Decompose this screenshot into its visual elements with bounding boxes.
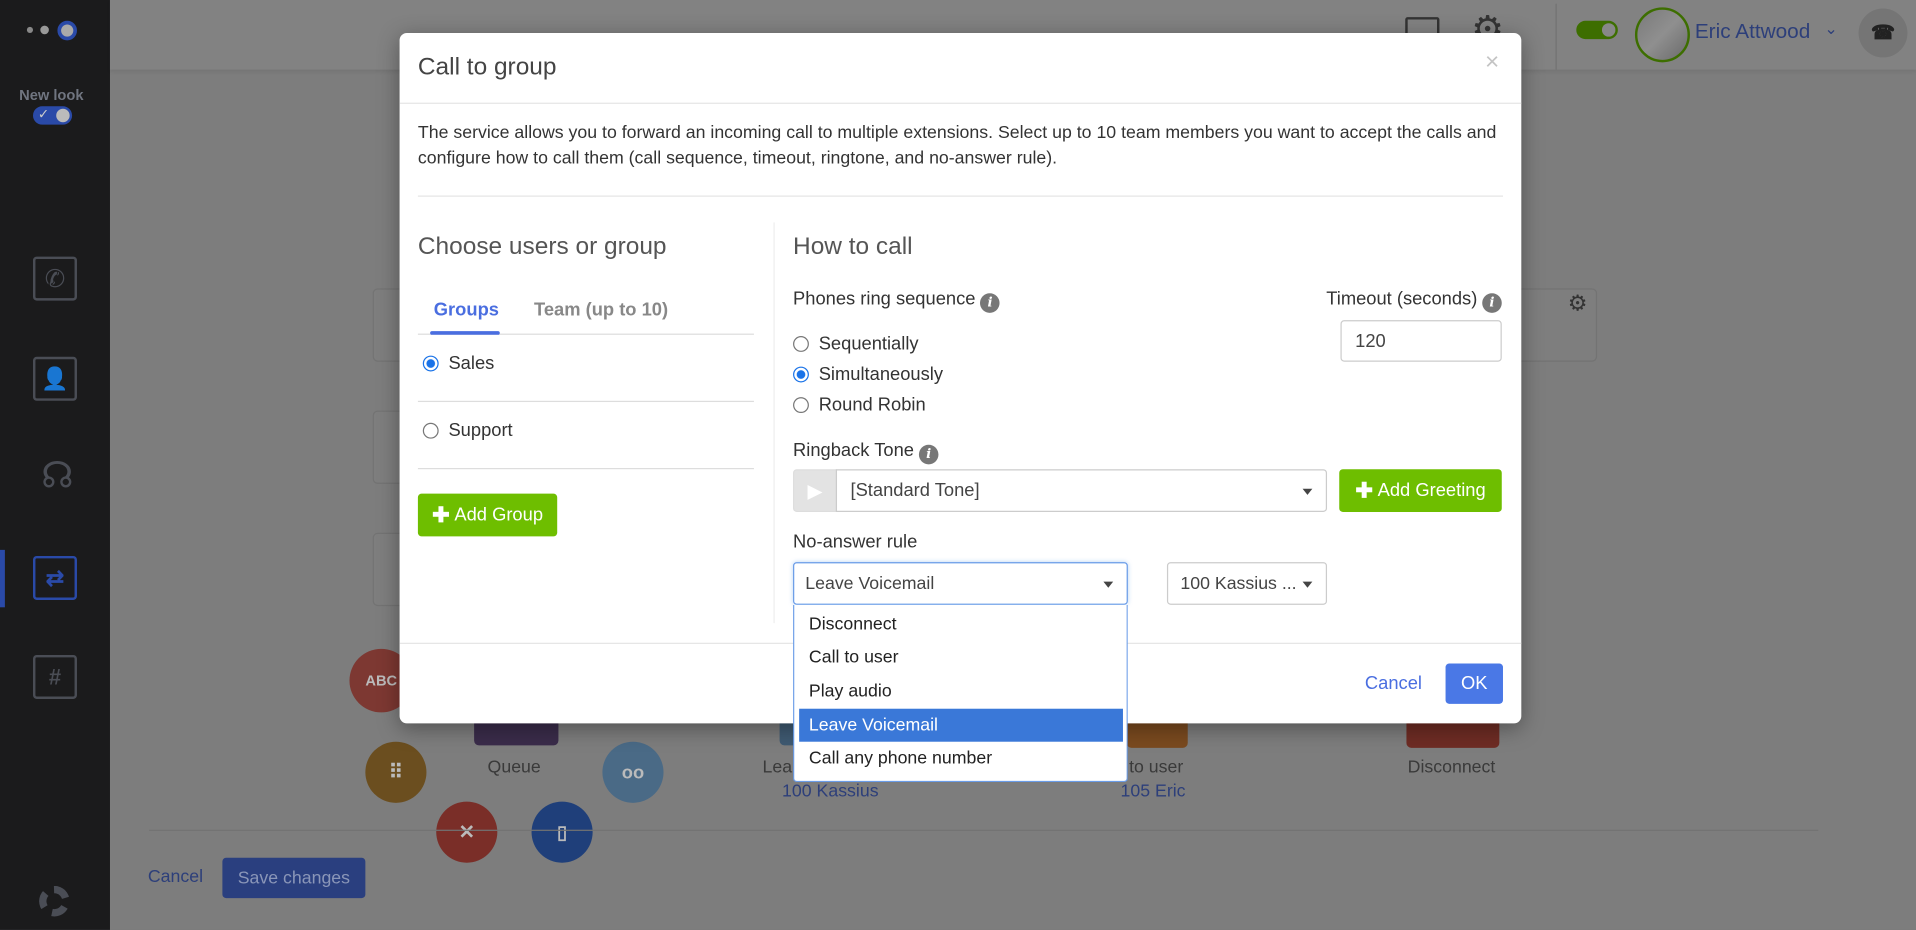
caret-down-icon: [1103, 581, 1114, 588]
call-routing-icon[interactable]: ⇄: [32, 555, 77, 600]
ring-option-simultaneously[interactable]: Simultaneously: [793, 364, 943, 385]
voicemail-node-icon[interactable]: oo: [602, 741, 664, 803]
tile-sub-link[interactable]: 100 Kassius: [782, 782, 879, 802]
close-icon[interactable]: ×: [1485, 49, 1499, 77]
divider: [417, 195, 1503, 197]
modal-description: The service allows you to forward an inc…: [417, 123, 1497, 169]
new-look-toggle[interactable]: ✓: [32, 106, 73, 125]
modal-title: Call to group: [417, 53, 557, 81]
info-icon[interactable]: i: [1482, 292, 1502, 313]
group-support[interactable]: Support: [422, 420, 513, 442]
radio[interactable]: [793, 397, 809, 414]
status-toggle[interactable]: [1576, 20, 1618, 40]
tile-label: to user: [1129, 757, 1184, 778]
tab-groups[interactable]: Groups: [434, 299, 499, 320]
cancel-button[interactable]: Cancel: [1365, 673, 1422, 694]
radio[interactable]: [422, 355, 439, 372]
user-name[interactable]: Eric Attwood: [1695, 20, 1810, 44]
avatar[interactable]: [1634, 7, 1690, 63]
no-answer-select[interactable]: Leave Voicemail: [793, 562, 1128, 605]
group-sales[interactable]: Sales: [422, 353, 495, 374]
app: New look ✓ ✆ 👤 ☊ ⇄ # ⚙ Eric Attwood ⌄ ☎ …: [0, 0, 1916, 930]
caret-down-icon: [1302, 488, 1313, 495]
plus-icon: ✚: [432, 502, 450, 527]
new-look-label: New look: [19, 86, 84, 104]
tab-team[interactable]: Team (up to 10): [534, 299, 668, 320]
dialer-icon[interactable]: ☎: [1858, 8, 1908, 58]
select-value: Leave Voicemail: [805, 573, 935, 594]
dropdown-option[interactable]: Call any phone number: [799, 742, 1123, 775]
keypad-node-icon[interactable]: ⠿: [365, 741, 427, 803]
option-label: Round Robin: [818, 394, 926, 416]
call-calendar-icon[interactable]: ✆: [32, 256, 77, 301]
radio[interactable]: [793, 336, 809, 352]
app-logo: [26, 20, 86, 41]
ringback-select[interactable]: [Standard Tone]: [835, 469, 1328, 512]
no-answer-label: No-answer rule: [793, 531, 918, 553]
dropdown-option[interactable]: Disconnect: [799, 607, 1123, 640]
close-node-icon[interactable]: ✕: [436, 801, 498, 863]
tile-sub-link[interactable]: 105 Eric: [1121, 782, 1186, 802]
divider: [417, 468, 754, 470]
divider: [417, 400, 754, 403]
option-label: Sequentially: [818, 333, 919, 355]
dropdown-option[interactable]: Call to user: [799, 640, 1123, 673]
dropdown-option-selected[interactable]: Leave Voicemail: [799, 708, 1123, 742]
phone-numbers-icon[interactable]: #: [32, 654, 77, 699]
tile-label: Lea: [762, 757, 793, 778]
sidebar: New look ✓ ✆ 👤 ☊ ⇄ #: [0, 0, 110, 930]
choose-heading: Choose users or group: [417, 233, 667, 261]
call-to-group-modal: Call to group × The service allows you t…: [399, 32, 1522, 783]
group-label: Sales: [448, 353, 495, 374]
column-divider: [773, 222, 775, 624]
select-value: 100 Kassius ...: [1180, 573, 1297, 594]
card-gear-icon[interactable]: ⚙: [1568, 291, 1588, 317]
operator-headset-icon[interactable]: ☊: [33, 455, 82, 499]
info-icon[interactable]: i: [980, 292, 1000, 313]
radio[interactable]: [422, 422, 439, 439]
dropdown-option[interactable]: Play audio: [799, 675, 1123, 708]
caret-down-icon: [1302, 581, 1313, 588]
active-indicator: [0, 549, 5, 608]
ok-button[interactable]: OK: [1445, 663, 1503, 704]
how-to-call-heading: How to call: [793, 233, 913, 261]
button-label: Add Group: [454, 504, 544, 526]
ring-sequence-label: Phones ring sequence i: [793, 288, 1000, 313]
radio[interactable]: [793, 366, 809, 383]
header-divider: [399, 102, 1522, 104]
header-divider: [1555, 3, 1557, 70]
chevron-down-icon[interactable]: ⌄: [1824, 20, 1837, 40]
no-answer-target-select[interactable]: 100 Kassius ...: [1166, 562, 1328, 605]
timeout-input[interactable]: 120: [1340, 320, 1502, 362]
ring-option-round-robin[interactable]: Round Robin: [793, 394, 926, 416]
info-icon[interactable]: i: [918, 444, 939, 464]
option-label: Simultaneously: [818, 364, 943, 385]
timeout-label: Timeout (seconds) i: [1326, 288, 1502, 313]
plus-icon: ✚: [1355, 478, 1373, 502]
page-cancel-link[interactable]: Cancel: [148, 868, 203, 888]
ring-option-sequentially[interactable]: Sequentially: [793, 333, 919, 355]
add-greeting-button[interactable]: ✚ Add Greeting: [1339, 469, 1502, 512]
divider: [149, 829, 1819, 831]
mobile-node-icon[interactable]: ▯: [531, 801, 593, 863]
select-value: [Standard Tone]: [850, 480, 980, 501]
tile-label: Queue: [487, 757, 541, 778]
save-changes-button[interactable]: Save changes: [222, 857, 366, 899]
button-label: Add Greeting: [1377, 480, 1486, 501]
contacts-book-icon[interactable]: 👤: [32, 356, 77, 401]
ringback-label: Ringback Tone i: [793, 440, 939, 464]
tile-label: Disconnect: [1407, 757, 1496, 778]
add-group-button[interactable]: ✚ Add Group: [417, 493, 558, 537]
group-label: Support: [448, 420, 513, 442]
play-tone-button[interactable]: ▶: [793, 469, 838, 512]
active-tab-underline: [430, 331, 500, 335]
lifebuoy-icon[interactable]: [39, 885, 70, 917]
no-answer-dropdown: Disconnect Call to user Play audio Leave…: [793, 604, 1128, 783]
